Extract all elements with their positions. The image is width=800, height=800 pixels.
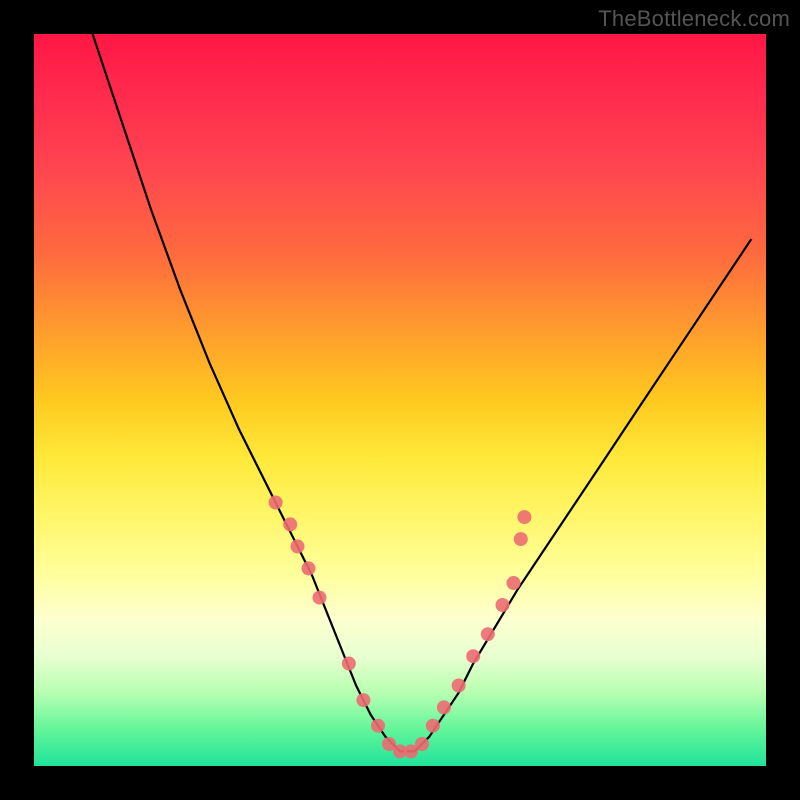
- watermark-text: TheBottleneck.com: [598, 6, 790, 32]
- datapoint-marker: [302, 561, 316, 575]
- datapoint-marker: [313, 591, 327, 605]
- datapoint-marker: [371, 719, 385, 733]
- datapoint-marker: [514, 532, 528, 546]
- datapoint-marker: [507, 576, 521, 590]
- datapoint-marker: [291, 539, 305, 553]
- datapoint-marker: [342, 657, 356, 671]
- datapoint-marker: [517, 510, 531, 524]
- datapoint-marker: [283, 517, 297, 531]
- datapoint-marker: [269, 496, 283, 510]
- chart-frame: TheBottleneck.com: [0, 0, 800, 800]
- datapoint-marker: [481, 627, 495, 641]
- datapoint-markers: [269, 496, 532, 759]
- bottleneck-curve-svg: [34, 34, 766, 766]
- curve-group: [93, 34, 752, 751]
- datapoint-marker: [452, 679, 466, 693]
- datapoint-marker: [466, 649, 480, 663]
- datapoint-marker: [496, 598, 510, 612]
- bottleneck-curve: [93, 34, 752, 751]
- datapoint-marker: [356, 693, 370, 707]
- datapoint-marker: [415, 737, 429, 751]
- plot-area: [34, 34, 766, 766]
- datapoint-marker: [437, 700, 451, 714]
- datapoint-marker: [426, 719, 440, 733]
